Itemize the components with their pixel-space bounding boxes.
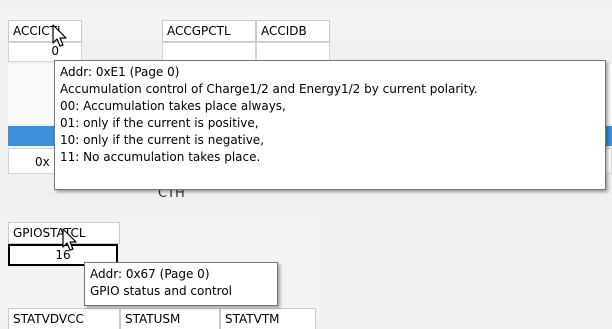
tooltip-line-description: Accumulation control of Charge1/2 and En…: [60, 82, 478, 96]
register-footer-statvtm[interactable]: STATVTM: [220, 308, 316, 329]
tooltip-accictl: Addr: 0xE1 (Page 0) Accumulation control…: [54, 60, 606, 190]
tooltip-line-address: Addr: 0xE1 (Page 0): [60, 65, 180, 79]
register-value-accgpctl[interactable]: [162, 42, 256, 62]
tooltip-line-option-01: 01: only if the current is positive,: [60, 116, 259, 130]
tooltip-line-option-00: 00: Accumulation takes place always,: [60, 99, 286, 113]
register-value-accictl[interactable]: 0: [8, 42, 82, 62]
register-header-accictl[interactable]: ACCICTL: [8, 20, 82, 42]
register-header-accgpctl[interactable]: ACCGPCTL: [162, 20, 256, 42]
mouse-pointer-icon: [52, 24, 67, 47]
tooltip-gpiostatcl: Addr: 0x67 (Page 0) GPIO status and cont…: [84, 262, 278, 306]
register-footer-statusm[interactable]: STATUSM: [120, 308, 220, 329]
register-footer-statvdvcc[interactable]: STATVDVCC: [8, 308, 120, 329]
register-header-accidb[interactable]: ACCIDB: [256, 20, 330, 42]
tooltip-line-description: GPIO status and control: [90, 284, 233, 298]
mouse-pointer-icon: [62, 228, 77, 251]
tooltip-line-option-11: 11: No accumulation takes place.: [60, 150, 261, 164]
tooltip-line-address: Addr: 0x67 (Page 0): [90, 267, 210, 281]
register-value-accidb[interactable]: [256, 42, 330, 62]
tooltip-line-option-10: 10: only if the current is negative,: [60, 133, 265, 147]
